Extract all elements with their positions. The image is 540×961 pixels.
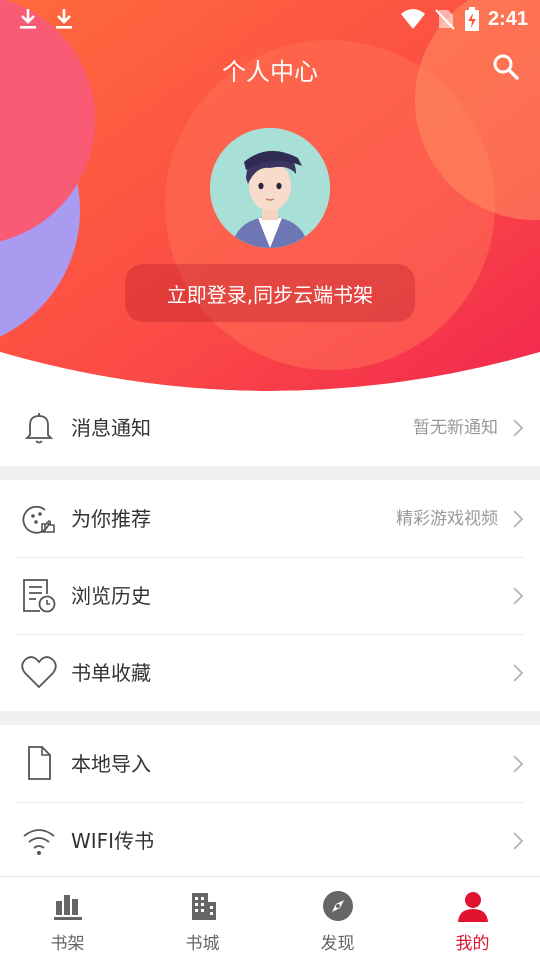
bell-icon — [24, 413, 54, 444]
login-button[interactable]: 立即登录,同步云端书架 — [125, 264, 415, 322]
menu-label: 浏览历史 — [71, 584, 151, 608]
recommend-icon — [22, 505, 55, 534]
menu-item-local-import[interactable]: 本地导入 — [16, 726, 524, 803]
tab-mine[interactable]: 我的 — [405, 877, 540, 961]
wifi-icon — [23, 829, 55, 855]
menu-group-import: 本地导入 WIFI传书 — [0, 726, 540, 879]
chevron-right-icon — [513, 587, 524, 605]
user-avatar-illustration — [210, 128, 330, 248]
bookshelf-icon — [53, 895, 82, 920]
menu-group-content: 为你推荐 精彩游戏视频 浏览历史 书单收藏 — [0, 481, 540, 711]
no-sim-icon — [435, 9, 455, 30]
section-divider — [0, 711, 540, 725]
person-icon — [457, 892, 488, 922]
download-icon — [20, 9, 36, 29]
menu-label: 本地导入 — [71, 752, 151, 776]
search-icon[interactable] — [490, 52, 522, 84]
status-time: 2:41 — [487, 7, 528, 30]
profile-header: 2:41 个人中心 立即登录,同步云端书架 — [0, 0, 540, 400]
tab-label: 书城 — [185, 934, 220, 954]
avatar[interactable] — [210, 128, 330, 248]
tab-discover[interactable]: 发现 — [270, 877, 405, 961]
download-icon — [56, 9, 72, 29]
chevron-right-icon — [513, 755, 524, 773]
heart-icon — [21, 656, 57, 689]
menu-value: 精彩游戏视频 — [396, 509, 498, 529]
page-title: 个人中心 — [222, 58, 318, 86]
menu-item-history[interactable]: 浏览历史 — [16, 558, 524, 635]
tab-label: 书架 — [50, 934, 85, 954]
menu-label: 为你推荐 — [71, 507, 151, 531]
chevron-right-icon — [513, 510, 524, 528]
section-divider — [0, 466, 540, 480]
menu-label: WIFI传书 — [71, 829, 155, 853]
menu-item-wifi-transfer[interactable]: WIFI传书 — [16, 803, 524, 879]
file-icon — [28, 746, 51, 780]
building-icon — [191, 893, 216, 920]
bottom-tab-bar: 书架 书城 发现 我的 — [0, 876, 540, 961]
tab-label: 发现 — [320, 934, 355, 954]
battery-charging-icon — [464, 7, 479, 31]
status-bar: 2:41 — [0, 0, 540, 38]
menu-item-notifications[interactable]: 消息通知 暂无新通知 — [16, 390, 524, 466]
chevron-right-icon — [513, 664, 524, 682]
history-icon — [23, 579, 56, 613]
wifi-signal-icon — [400, 9, 425, 29]
menu-label: 消息通知 — [71, 416, 151, 440]
chevron-right-icon — [513, 832, 524, 850]
menu-value: 暂无新通知 — [413, 418, 498, 438]
menu-item-recommend[interactable]: 为你推荐 精彩游戏视频 — [16, 481, 524, 558]
tab-bookstore[interactable]: 书城 — [135, 877, 270, 961]
tab-label: 我的 — [455, 934, 490, 954]
menu-label: 书单收藏 — [71, 661, 151, 685]
compass-icon — [322, 891, 353, 921]
menu-item-favorites[interactable]: 书单收藏 — [16, 635, 524, 711]
menu-group-notifications: 消息通知 暂无新通知 — [0, 390, 540, 466]
chevron-right-icon — [513, 419, 524, 437]
tab-bookshelf[interactable]: 书架 — [0, 877, 135, 961]
